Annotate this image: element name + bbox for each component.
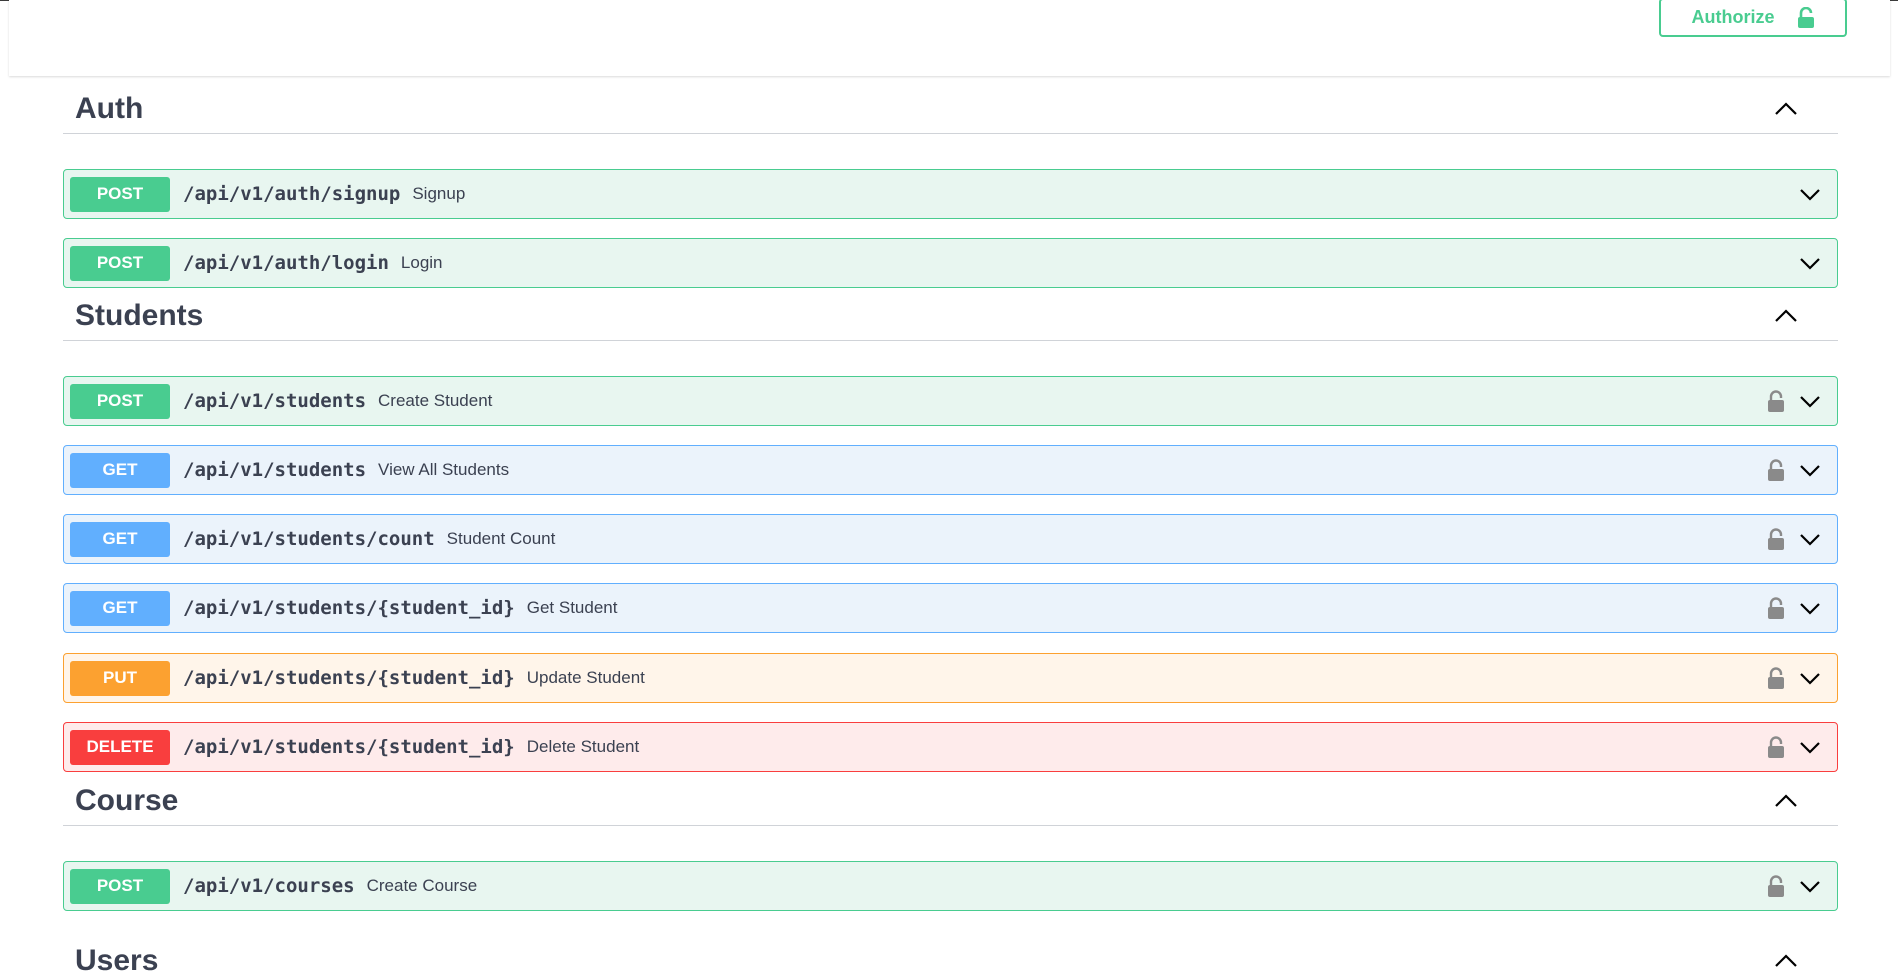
operation-summary: Signup — [412, 184, 466, 203]
lock-icon[interactable] — [1765, 873, 1787, 899]
operation-summary: Create Student — [378, 391, 493, 410]
chevron-up-icon[interactable] — [1766, 941, 1806, 971]
method-badge: POST — [70, 245, 170, 281]
operation-path: /api/v1/students/count — [183, 528, 435, 550]
chevron-down-icon[interactable] — [1795, 732, 1825, 762]
operation-row[interactable]: GET /api/v1/students View All Students — [63, 445, 1838, 495]
operation-summary: Login — [400, 253, 443, 272]
chevron-down-icon[interactable] — [1795, 871, 1825, 901]
lock-icon[interactable] — [1765, 595, 1787, 621]
chevron-down-icon[interactable] — [1795, 248, 1825, 278]
chevron-up-icon[interactable] — [1766, 296, 1806, 336]
operation-path: /api/v1/courses — [183, 875, 355, 897]
method-badge: POST — [70, 176, 170, 212]
lock-icon[interactable] — [1765, 388, 1787, 414]
scheme-container: Authorize — [9, 0, 1890, 76]
chevron-down-icon[interactable] — [1795, 179, 1825, 209]
operation-path: /api/v1/students/{student_id} — [183, 736, 515, 758]
method-badge: GET — [70, 452, 170, 488]
tag-section-students[interactable]: Students — [63, 291, 1838, 341]
tag-title: Students — [75, 298, 204, 332]
method-badge: PUT — [70, 660, 170, 696]
operation-row[interactable]: PUT /api/v1/students/{student_id} Update… — [63, 653, 1838, 703]
operation-summary: Create Course — [366, 876, 478, 895]
method-badge: GET — [70, 590, 170, 626]
lock-icon[interactable] — [1765, 734, 1787, 760]
operation-path: /api/v1/auth/login — [183, 252, 389, 274]
chevron-down-icon[interactable] — [1795, 663, 1825, 693]
operation-row[interactable]: POST /api/v1/courses Create Course — [63, 861, 1838, 911]
lock-icon[interactable] — [1765, 665, 1787, 691]
operation-row[interactable]: GET /api/v1/students/{student_id} Get St… — [63, 583, 1838, 633]
operation-path: /api/v1/students/{student_id} — [183, 667, 515, 689]
method-badge: DELETE — [70, 729, 170, 765]
authorize-label: Authorize — [1691, 7, 1775, 27]
chevron-up-icon[interactable] — [1766, 781, 1806, 821]
tag-title: Users — [75, 943, 159, 971]
chevron-down-icon[interactable] — [1795, 386, 1825, 416]
method-badge: POST — [70, 868, 170, 904]
tag-section-users[interactable]: Users — [63, 936, 1838, 971]
chevron-up-icon[interactable] — [1766, 89, 1806, 129]
chevron-down-icon[interactable] — [1795, 593, 1825, 623]
operation-path: /api/v1/auth/signup — [183, 183, 401, 205]
method-badge: GET — [70, 521, 170, 557]
operation-row[interactable]: DELETE /api/v1/students/{student_id} Del… — [63, 722, 1838, 772]
chevron-down-icon[interactable] — [1795, 524, 1825, 554]
tag-title: Auth — [75, 91, 144, 125]
lock-icon[interactable] — [1765, 526, 1787, 552]
lock-icon[interactable] — [1765, 457, 1787, 483]
operation-summary: Get Student — [526, 598, 618, 617]
tag-title: Course — [75, 783, 179, 817]
tag-section-course[interactable]: Course — [63, 776, 1838, 826]
operation-row[interactable]: POST /api/v1/auth/login Login — [63, 238, 1838, 288]
operation-row[interactable]: GET /api/v1/students/count Student Count — [63, 514, 1838, 564]
operation-path: /api/v1/students — [183, 459, 367, 481]
operation-path: /api/v1/students — [183, 390, 367, 412]
method-badge: POST — [70, 383, 170, 419]
authorize-button[interactable]: Authorize — [1659, 0, 1847, 37]
unlocked-icon — [1797, 6, 1815, 29]
tag-section-auth[interactable]: Auth — [63, 84, 1838, 134]
operation-row[interactable]: POST /api/v1/auth/signup Signup — [63, 169, 1838, 219]
operation-summary: Update Student — [526, 668, 645, 687]
operation-summary: Delete Student — [526, 737, 640, 756]
operation-summary: View All Students — [378, 460, 510, 479]
operation-row[interactable]: POST /api/v1/students Create Student — [63, 376, 1838, 426]
operation-summary: Student Count — [446, 529, 556, 548]
operation-path: /api/v1/students/{student_id} — [183, 597, 515, 619]
chevron-down-icon[interactable] — [1795, 455, 1825, 485]
